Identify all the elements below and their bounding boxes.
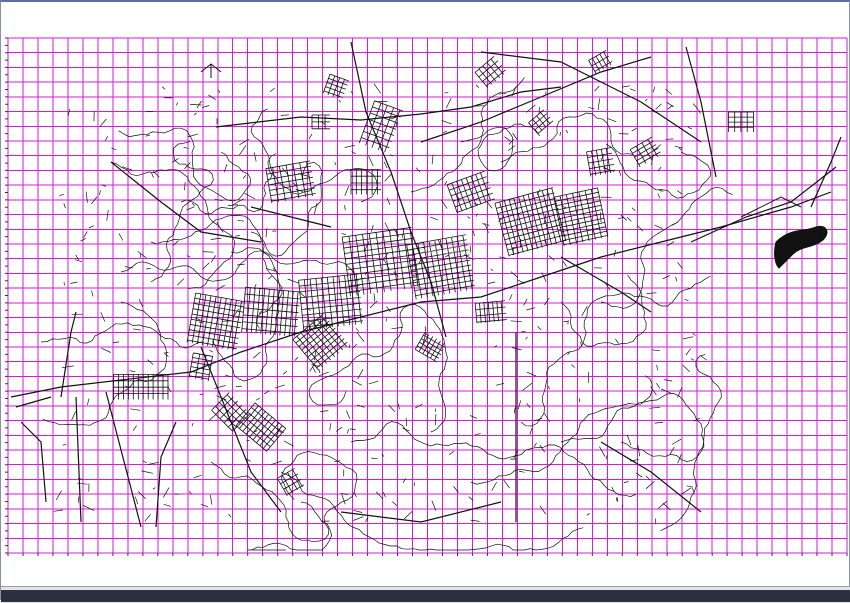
grid-ticks bbox=[5, 37, 848, 556]
minor-features bbox=[53, 83, 708, 525]
contour-line-7 bbox=[308, 304, 448, 433]
contour-line-10 bbox=[470, 375, 653, 485]
street-grid bbox=[728, 111, 754, 132]
urban-block-24 bbox=[322, 73, 349, 99]
street-grid bbox=[322, 73, 349, 99]
urban-block-20 bbox=[629, 136, 661, 168]
urban-block-12 bbox=[235, 402, 287, 452]
street-grid bbox=[186, 292, 246, 351]
urban-block-22 bbox=[586, 147, 616, 177]
water-body bbox=[774, 225, 828, 269]
contour-line-14 bbox=[40, 322, 203, 349]
road-2 bbox=[60, 311, 77, 398]
street-grid bbox=[586, 147, 616, 177]
contour-line-2 bbox=[120, 250, 356, 282]
taskbar bbox=[1, 590, 850, 602]
street-grid bbox=[494, 187, 567, 257]
contour-line-24 bbox=[605, 143, 711, 199]
contour-line-19 bbox=[150, 141, 214, 283]
map-linework bbox=[10, 41, 842, 551]
contour-line-23 bbox=[620, 354, 722, 462]
street-grid bbox=[265, 160, 316, 204]
contour-line-22 bbox=[560, 274, 647, 347]
street-grid bbox=[629, 136, 661, 168]
road-4 bbox=[105, 391, 142, 528]
urban-block-6 bbox=[494, 187, 567, 257]
urban-block-3 bbox=[298, 273, 364, 331]
road-18 bbox=[340, 501, 502, 523]
contour-line-6 bbox=[350, 421, 637, 497]
contour-line-25 bbox=[500, 112, 634, 163]
urban-block-4 bbox=[241, 286, 301, 337]
drawing-window bbox=[0, 0, 850, 603]
street-grid bbox=[235, 402, 287, 452]
contour-line-21 bbox=[410, 77, 525, 193]
road-17 bbox=[600, 441, 702, 513]
street-grid bbox=[241, 286, 301, 337]
urban-block-21 bbox=[728, 111, 754, 132]
street-grid bbox=[298, 273, 364, 331]
urban-block-5 bbox=[186, 292, 246, 351]
road-21 bbox=[810, 136, 842, 208]
map-grid bbox=[5, 37, 848, 556]
contour-line-15 bbox=[211, 247, 281, 382]
urban-block-13 bbox=[265, 160, 316, 204]
map-canvas[interactable] bbox=[1, 2, 850, 587]
road-16 bbox=[20, 421, 47, 503]
road-3 bbox=[75, 396, 82, 523]
